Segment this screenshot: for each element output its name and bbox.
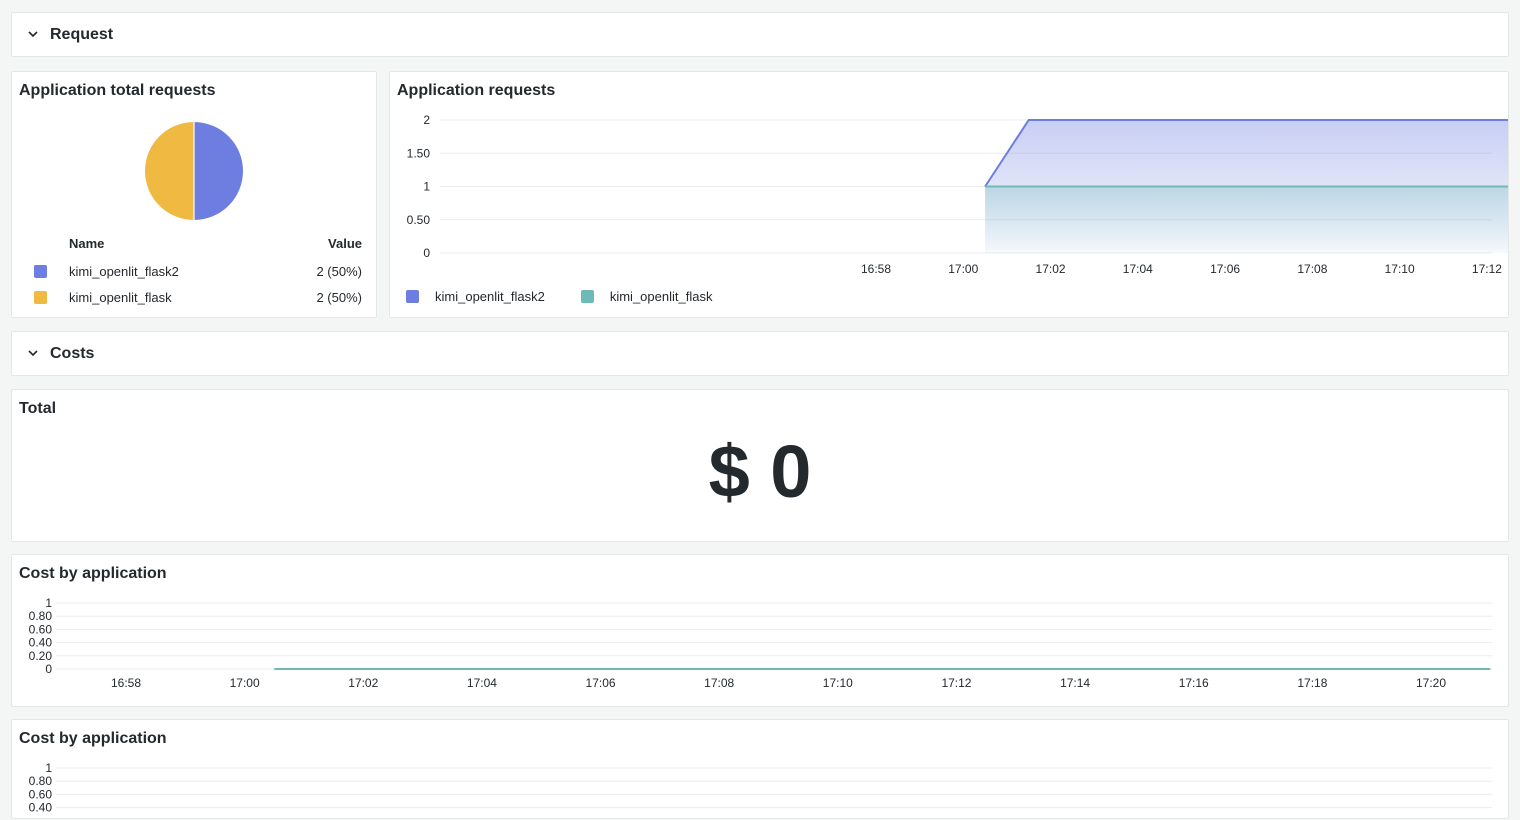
total-cost-value: $ 0 bbox=[708, 430, 812, 513]
legend-label: kimi_openlit_flask bbox=[609, 289, 713, 304]
legend-value: 2 (50%) bbox=[316, 289, 362, 305]
x-tick-label: 16:58 bbox=[861, 262, 891, 276]
pie-chart bbox=[145, 122, 243, 220]
request-row-title: Request bbox=[50, 25, 114, 43]
legend-header-value: Value bbox=[328, 236, 362, 251]
cost-line-chart: 0.400.600.801 bbox=[29, 761, 1492, 815]
x-tick-label: 17:10 bbox=[1385, 262, 1415, 276]
cost-by-application-panel: Cost by application 0.40 0.60 0.80 1 bbox=[11, 719, 1509, 819]
x-tick-label: 17:06 bbox=[586, 676, 616, 690]
y-tick-label: 0 bbox=[423, 246, 430, 260]
legend-name: kimi_openlit_flask2 bbox=[69, 263, 179, 279]
panel-title: Application total requests bbox=[19, 82, 216, 99]
y-tick-label: 0 bbox=[45, 662, 52, 676]
legend-swatch bbox=[406, 290, 419, 303]
chevron-down-icon bbox=[28, 350, 42, 357]
y-tick-label: 0.40 bbox=[29, 636, 53, 650]
x-tick-label: 17:04 bbox=[1123, 262, 1153, 276]
legend-label: kimi_openlit_flask2 bbox=[435, 289, 545, 304]
legend-name: kimi_openlit_flask bbox=[69, 289, 172, 305]
y-tick-label: 1 bbox=[45, 761, 52, 775]
pie-slice-kimi-openlit-flask bbox=[145, 122, 194, 220]
x-tick-label: 17:10 bbox=[823, 676, 853, 690]
y-tick-label: 1.50 bbox=[407, 146, 431, 160]
x-tick-label: 17:02 bbox=[1036, 262, 1066, 276]
legend-header-name: Name bbox=[69, 236, 105, 251]
cost-line-chart: 00.200.400.600.801 16:58 17:00 17:02 17:04 17… bbox=[29, 596, 1492, 690]
requests-area-chart: 0 0.50 1 1.50 2 16:58 17:00 17:02 17:04 17:06 17:0… bbox=[407, 113, 1508, 276]
legend-row[interactable]: kimi_openlit_flask 2 (50%) bbox=[34, 284, 362, 310]
y-tick-label: 1 bbox=[423, 180, 430, 194]
pie-slice-kimi-openlit-flask2 bbox=[194, 122, 243, 220]
x-tick-label: 17:04 bbox=[467, 676, 497, 690]
y-tick-label: 0.60 bbox=[29, 622, 53, 636]
costs-row-header[interactable]: Costs bbox=[11, 331, 1509, 376]
cost-by-application-panel: Cost by application 0 0.20 0.40 0.60 0.80 1 16… bbox=[11, 554, 1509, 707]
y-tick-label: 0.80 bbox=[29, 609, 53, 623]
legend-item-kimi-openlit-flask[interactable]: kimi_openlit_flask bbox=[580, 289, 713, 304]
legend-item-kimi-openlit-flask2[interactable]: kimi_openlit_flask2 bbox=[406, 289, 545, 304]
x-tick-label: 17:00 bbox=[230, 676, 260, 690]
chevron-down-icon bbox=[28, 31, 42, 38]
x-tick-label: 17:16 bbox=[1179, 676, 1209, 690]
y-tick-label: 0.40 bbox=[29, 801, 53, 815]
x-tick-label: 17:14 bbox=[1060, 676, 1090, 690]
y-tick-label: 0.20 bbox=[29, 649, 53, 663]
x-tick-label: 17:00 bbox=[948, 262, 978, 276]
total-cost-panel: Total $ 0 bbox=[11, 389, 1509, 542]
x-tick-label: 17:12 bbox=[1472, 262, 1502, 276]
legend-swatch bbox=[580, 290, 594, 303]
x-tick-label: 16:58 bbox=[111, 676, 141, 690]
legend-value: 2 (50%) bbox=[316, 263, 362, 279]
pie-legend: Name Value kimi_openlit_flask2 2 (50%) k… bbox=[34, 236, 362, 310]
x-tick-label: 17:08 bbox=[704, 676, 734, 690]
x-tick-label: 17:12 bbox=[941, 676, 971, 690]
y-tick-label: 0.50 bbox=[407, 213, 431, 227]
y-tick-label: 0.60 bbox=[29, 787, 53, 801]
legend-row[interactable]: kimi_openlit_flask2 2 (50%) bbox=[34, 258, 362, 284]
application-total-requests-panel: Application total requests Name Value ki… bbox=[11, 71, 377, 318]
legend-swatch bbox=[34, 264, 47, 278]
x-tick-label: 17:02 bbox=[348, 676, 378, 690]
x-tick-label: 17:08 bbox=[1297, 262, 1327, 276]
application-requests-panel: Application requests 0 0.50 1 1.50 2 16:58 17:… bbox=[389, 71, 1509, 318]
series-legend: kimi_openlit_flask2 kimi_openlit_flask bbox=[406, 289, 748, 304]
request-row-header[interactable]: Request bbox=[11, 12, 1509, 57]
panel-title: Total bbox=[19, 400, 57, 417]
x-tick-label: 17:18 bbox=[1297, 676, 1327, 690]
y-tick-label: 2 bbox=[423, 113, 430, 127]
costs-row-title: Costs bbox=[50, 344, 95, 362]
legend-swatch bbox=[34, 290, 47, 304]
x-tick-label: 17:20 bbox=[1416, 676, 1446, 690]
x-tick-label: 17:06 bbox=[1210, 262, 1240, 276]
y-tick-label: 0.80 bbox=[29, 774, 53, 788]
y-tick-label: 1 bbox=[45, 596, 52, 610]
